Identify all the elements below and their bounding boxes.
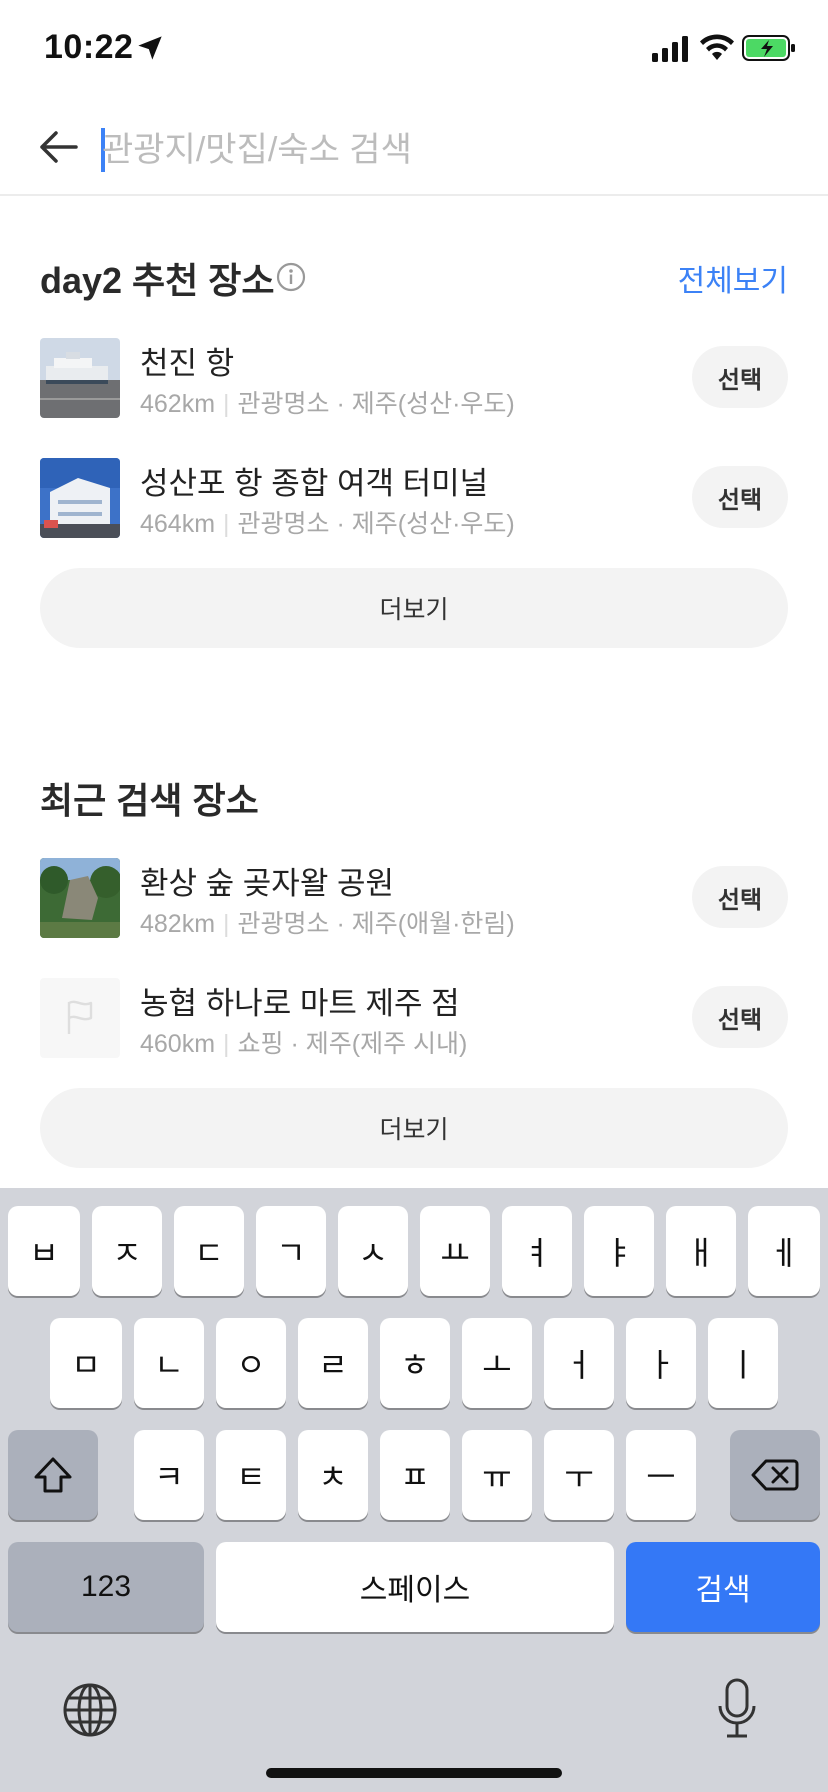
search-input[interactable]: [102, 120, 782, 180]
numbers-key[interactable]: 123: [8, 1542, 204, 1632]
backspace-icon: [751, 1459, 799, 1491]
key-yu[interactable]: ㅠ: [462, 1430, 532, 1520]
more-button[interactable]: 더보기: [40, 568, 788, 648]
key-hieut[interactable]: ㅎ: [380, 1318, 450, 1408]
place-distance: 460km: [140, 1030, 216, 1058]
key-pieup[interactable]: ㅍ: [380, 1430, 450, 1520]
place-distance: 462km: [140, 390, 216, 418]
list-item[interactable]: 성산포 항 종합 여객 터미널 464km | 관광명소 · 제주(성산·우도) 선…: [40, 458, 788, 538]
key-yo[interactable]: ㅛ: [420, 1206, 490, 1296]
home-indicator: [266, 1768, 562, 1778]
more-button[interactable]: 더보기: [40, 1088, 788, 1168]
place-category: 관광명소 · 제주(애월·한림): [237, 910, 515, 938]
flag-icon: [67, 1000, 93, 1034]
key-tieut[interactable]: ㅌ: [216, 1430, 286, 1520]
key-eo[interactable]: ㅓ: [544, 1318, 614, 1408]
microphone-icon[interactable]: [716, 1678, 758, 1740]
place-distance: 464km: [140, 510, 216, 538]
key-digeut[interactable]: ㄷ: [174, 1206, 244, 1296]
shift-key[interactable]: [8, 1430, 98, 1520]
key-a[interactable]: ㅏ: [626, 1318, 696, 1408]
search-header: [0, 100, 828, 196]
select-button[interactable]: 선택: [692, 346, 788, 408]
key-nieun[interactable]: ㄴ: [134, 1318, 204, 1408]
select-button[interactable]: 선택: [692, 866, 788, 928]
place-name: 환상 숲 곶자왈 공원: [140, 866, 394, 901]
place-meta: 482km | 관광명소 · 제주(애월·한림): [140, 904, 515, 940]
place-thumbnail-placeholder: [40, 978, 120, 1058]
key-chieut[interactable]: ㅊ: [298, 1430, 368, 1520]
key-i[interactable]: ㅣ: [708, 1318, 778, 1408]
list-item[interactable]: 농협 하나로 마트 제주 점 460km | 쇼핑 · 제주(제주 시내) 선택: [40, 978, 788, 1058]
place-category: 관광명소 · 제주(성산·우도): [237, 390, 515, 418]
place-meta: 460km | 쇼핑 · 제주(제주 시내): [140, 1024, 467, 1060]
place-thumbnail: [40, 338, 120, 418]
meta-divider: |: [223, 510, 230, 538]
wifi-icon: [700, 34, 734, 60]
location-arrow-icon: [138, 36, 162, 60]
place-meta: 464km | 관광명소 · 제주(성산·우도): [140, 504, 515, 540]
info-icon[interactable]: [276, 262, 306, 292]
delete-key[interactable]: [730, 1430, 820, 1520]
shift-icon: [34, 1457, 72, 1493]
key-u[interactable]: ㅜ: [544, 1430, 614, 1520]
meta-divider: |: [223, 910, 230, 938]
key-ieung[interactable]: ㅇ: [216, 1318, 286, 1408]
select-button[interactable]: 선택: [692, 466, 788, 528]
see-all-link[interactable]: 전체보기: [678, 256, 788, 300]
key-siot[interactable]: ㅅ: [338, 1206, 408, 1296]
key-ya[interactable]: ㅑ: [584, 1206, 654, 1296]
place-thumbnail: [40, 858, 120, 938]
cellular-signal-icon: [652, 36, 688, 62]
key-kieuk[interactable]: ㅋ: [134, 1430, 204, 1520]
list-item[interactable]: 천진 항 462km | 관광명소 · 제주(성산·우도) 선택: [40, 338, 788, 418]
place-thumbnail: [40, 458, 120, 538]
place-name: 천진 항: [140, 346, 235, 381]
key-yeo[interactable]: ㅕ: [502, 1206, 572, 1296]
meta-divider: |: [223, 390, 230, 418]
list-item[interactable]: 환상 숲 곶자왈 공원 482km | 관광명소 · 제주(애월·한림) 선택: [40, 858, 788, 938]
key-mieum[interactable]: ㅁ: [50, 1318, 122, 1408]
battery-charging-icon: [742, 35, 795, 61]
place-name: 농협 하나로 마트 제주 점: [140, 986, 460, 1021]
key-eu[interactable]: ㅡ: [626, 1430, 696, 1520]
key-rieul[interactable]: ㄹ: [298, 1318, 368, 1408]
select-button[interactable]: 선택: [692, 986, 788, 1048]
meta-divider: |: [223, 1030, 230, 1058]
place-name: 성산포 항 종합 여객 터미널: [140, 466, 489, 501]
recommended-section-title: day2 추천 장소: [40, 260, 275, 301]
status-time: 10:22: [44, 28, 134, 66]
place-distance: 482km: [140, 910, 216, 938]
recent-section-title: 최근 검색 장소: [40, 780, 259, 821]
key-e[interactable]: ㅔ: [748, 1206, 820, 1296]
space-key[interactable]: 스페이스: [216, 1542, 614, 1632]
korean-keyboard: ㅂ ㅈ ㄷ ㄱ ㅅ ㅛ ㅕ ㅑ ㅐ ㅔ ㅁ ㄴ ㅇ ㄹ ㅎ ㅗ ㅓ ㅏ ㅣ ㅋ …: [0, 1188, 828, 1792]
key-o[interactable]: ㅗ: [462, 1318, 532, 1408]
place-meta: 462km | 관광명소 · 제주(성산·우도): [140, 384, 515, 420]
back-arrow-icon[interactable]: [36, 124, 82, 170]
key-giyeok[interactable]: ㄱ: [256, 1206, 326, 1296]
globe-icon[interactable]: [62, 1682, 118, 1738]
key-bieup[interactable]: ㅂ: [8, 1206, 80, 1296]
place-category: 관광명소 · 제주(성산·우도): [237, 510, 515, 538]
key-ae[interactable]: ㅐ: [666, 1206, 736, 1296]
place-category: 쇼핑 · 제주(제주 시내): [237, 1030, 468, 1058]
search-key[interactable]: 검색: [626, 1542, 820, 1632]
key-jieut[interactable]: ㅈ: [92, 1206, 162, 1296]
status-bar: 10:22: [0, 0, 828, 100]
